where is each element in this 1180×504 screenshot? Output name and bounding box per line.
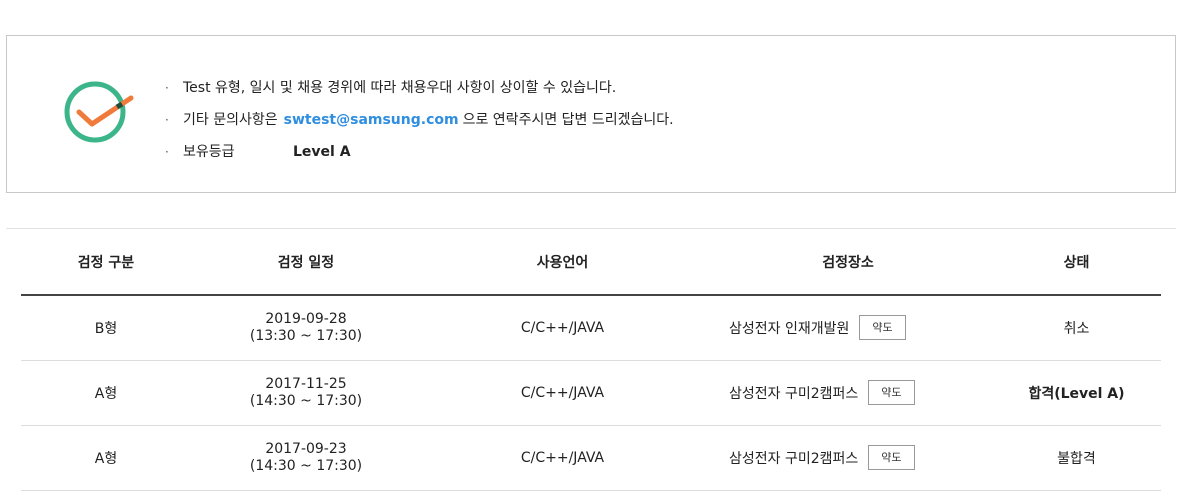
table-row: A형 2017-09-23 (14:30 ~ 17:30) C/C++/JAVA… [21, 425, 1161, 491]
bullet: · [165, 113, 169, 127]
header-language: 사용언어 [421, 229, 704, 296]
place-name: 삼성전자 인재개발원 [729, 320, 850, 337]
bullet: · [165, 81, 169, 95]
check-circle-icon [64, 81, 134, 143]
cell-language: C/C++/JAVA [421, 360, 704, 426]
cell-date: 2017-09-23 [265, 440, 347, 457]
cell-place: 삼성전자 구미2캠퍼스 약도 [704, 360, 992, 426]
notice-box: · Test 유형, 일시 및 채용 경위에 따라 채용우대 사항이 상이할 수 … [6, 35, 1176, 193]
cell-status: 불합격 [992, 425, 1161, 491]
map-button[interactable]: 약도 [859, 315, 906, 341]
cell-status: 취소 [992, 295, 1161, 361]
cell-date: 2017-11-25 [265, 375, 347, 392]
cell-time: (13:30 ~ 17:30) [249, 327, 363, 344]
level-value: Level A [293, 144, 351, 160]
notice-line-1: Test 유형, 일시 및 채용 경위에 따라 채용우대 사항이 상이할 수 있… [183, 80, 617, 96]
bullet: · [165, 145, 169, 159]
cell-status: 합격(Level A) [992, 360, 1161, 426]
table-header-row: 검정 구분 검정 일정 사용언어 검정장소 상태 [21, 229, 1161, 296]
header-schedule: 검정 일정 [191, 229, 421, 296]
notice-line-2-suffix: 으로 연락주시면 답변 드리겠습니다. [462, 112, 674, 128]
map-button[interactable]: 약도 [868, 445, 915, 470]
header-place: 검정장소 [704, 229, 992, 296]
place-name: 삼성전자 구미2캠퍼스 [729, 450, 859, 467]
cell-schedule: 2017-11-25 (14:30 ~ 17:30) [191, 360, 421, 426]
notice-line-2-prefix: 기타 문의사항은 [183, 112, 278, 128]
notice-item: · 기타 문의사항은 swtest@samsung.com 으로 연락주시면 답변 드… [165, 104, 674, 136]
level-label: 보유등급 [183, 144, 235, 160]
cell-date: 2019-09-28 [265, 310, 347, 327]
header-status: 상태 [992, 229, 1161, 296]
cell-schedule: 2017-09-23 (14:30 ~ 17:30) [191, 425, 421, 491]
cell-language: C/C++/JAVA [421, 295, 704, 361]
cell-time: (14:30 ~ 17:30) [249, 392, 363, 409]
cell-type: A형 [21, 425, 191, 491]
cell-schedule: 2019-09-28 (13:30 ~ 17:30) [191, 295, 421, 361]
test-history-table: 검정 구분 검정 일정 사용언어 검정장소 상태 B형 2019-09-28 (… [21, 229, 1161, 491]
notice-item: · 보유등급 Level A [165, 136, 674, 168]
cell-time: (14:30 ~ 17:30) [249, 457, 363, 474]
cell-type: B형 [21, 295, 191, 361]
map-button[interactable]: 약도 [868, 380, 915, 405]
cell-type: A형 [21, 360, 191, 426]
cell-place: 삼성전자 인재개발원 약도 [704, 295, 992, 361]
contact-email-link[interactable]: swtest@samsung.com [284, 112, 459, 128]
cell-language: C/C++/JAVA [421, 425, 704, 491]
table-row: A형 2017-11-25 (14:30 ~ 17:30) C/C++/JAVA… [21, 360, 1161, 426]
notice-item: · Test 유형, 일시 및 채용 경위에 따라 채용우대 사항이 상이할 수 … [165, 72, 674, 104]
cell-place: 삼성전자 구미2캠퍼스 약도 [704, 425, 992, 491]
table-row: B형 2019-09-28 (13:30 ~ 17:30) C/C++/JAVA… [21, 295, 1161, 361]
notice-list: · Test 유형, 일시 및 채용 경위에 따라 채용우대 사항이 상이할 수 … [165, 72, 674, 168]
header-type: 검정 구분 [21, 229, 191, 296]
place-name: 삼성전자 구미2캠퍼스 [729, 385, 859, 402]
